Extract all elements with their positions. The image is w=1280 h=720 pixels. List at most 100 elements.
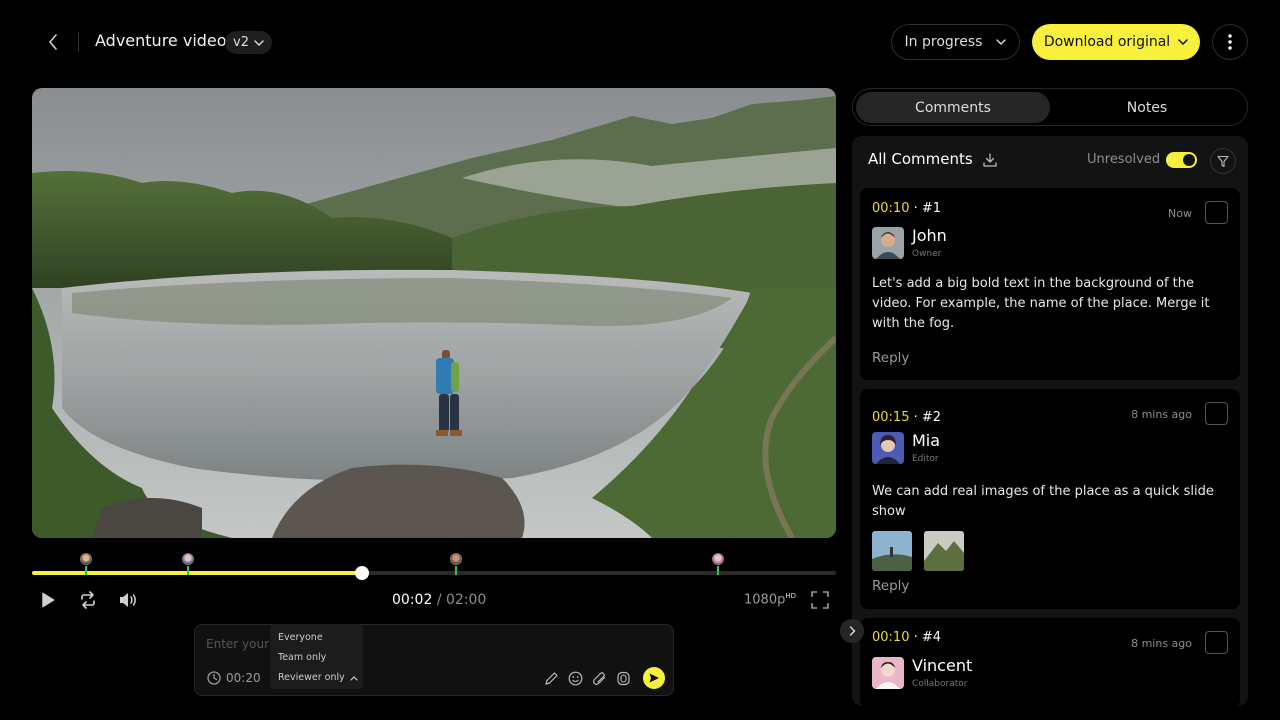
play-button[interactable] bbox=[36, 588, 60, 612]
landscape-video-image bbox=[32, 88, 836, 538]
header-divider bbox=[78, 32, 79, 52]
pen-icon bbox=[544, 671, 559, 686]
back-arrow-icon bbox=[47, 33, 59, 51]
avatar bbox=[450, 553, 462, 565]
chevron-up-icon bbox=[350, 675, 358, 681]
comment-posted: Now bbox=[1168, 207, 1192, 220]
send-button[interactable] bbox=[643, 667, 665, 689]
page-title: Adventure video bbox=[95, 31, 227, 50]
emoji-button[interactable] bbox=[567, 670, 583, 686]
audience-option-everyone[interactable]: Everyone bbox=[278, 628, 355, 648]
comment-author: Mia bbox=[912, 431, 941, 450]
version-label: v2 bbox=[233, 35, 249, 50]
attach-button[interactable] bbox=[591, 670, 607, 686]
comment-role: Collaborator bbox=[912, 679, 968, 689]
more-options-button[interactable] bbox=[1212, 24, 1248, 60]
comments-panel: All Comments Unresolved 00:10 · #1 Now J… bbox=[852, 136, 1248, 706]
comment-marker-john[interactable] bbox=[80, 553, 92, 575]
chevron-down-icon bbox=[254, 39, 264, 46]
draw-button[interactable] bbox=[543, 670, 559, 686]
marker-tick bbox=[187, 566, 189, 575]
marker-tick bbox=[85, 566, 87, 575]
emoji-icon bbox=[568, 671, 583, 686]
back-button[interactable] bbox=[40, 28, 66, 56]
marker-tick bbox=[455, 566, 457, 575]
comment-marker-vincent[interactable] bbox=[712, 553, 724, 575]
comment-text: We can add real images of the place as a… bbox=[872, 484, 1214, 519]
comment-composer: 00:20 bbox=[194, 624, 674, 696]
comment-number: #4 bbox=[921, 630, 942, 645]
comment-time[interactable]: 00:15 bbox=[872, 410, 909, 425]
volume-icon bbox=[118, 592, 138, 608]
timeline-scrubber[interactable] bbox=[355, 566, 369, 580]
comment-card: 00:15 · #2 8 mins ago Mia Editor We can … bbox=[860, 389, 1240, 609]
video-frame[interactable] bbox=[32, 88, 836, 538]
comment-meta: 00:15 · #2 bbox=[872, 410, 942, 425]
comment-timestamp[interactable]: 00:20 bbox=[207, 671, 261, 685]
total-time: 02:00 bbox=[445, 592, 487, 608]
collapse-panel-button[interactable] bbox=[840, 619, 864, 643]
download-icon bbox=[982, 152, 998, 168]
comment-time[interactable]: 00:10 bbox=[872, 201, 909, 216]
resolve-checkbox[interactable] bbox=[1205, 631, 1228, 654]
version-dropdown[interactable]: v2 bbox=[225, 31, 272, 54]
comment-card: 00:10 · #1 Now John Owner Let's add a bi… bbox=[860, 188, 1240, 380]
export-comments-button[interactable] bbox=[982, 152, 998, 168]
filter-button[interactable] bbox=[1210, 148, 1236, 174]
voice-icon bbox=[616, 671, 631, 686]
quality-badge: HD bbox=[785, 592, 796, 600]
voice-button[interactable] bbox=[615, 670, 631, 686]
status-dropdown[interactable]: In progress bbox=[891, 24, 1020, 60]
quality-selector[interactable]: 1080pHD bbox=[744, 592, 796, 607]
resolve-checkbox[interactable] bbox=[1205, 402, 1228, 425]
comments-title: All Comments bbox=[868, 150, 973, 168]
avatar bbox=[712, 553, 724, 565]
time-separator: / bbox=[436, 592, 442, 608]
comment-marker-3[interactable] bbox=[450, 553, 462, 575]
composer-toolbar bbox=[543, 667, 665, 689]
avatar bbox=[872, 227, 904, 259]
download-label: Download original bbox=[1043, 34, 1171, 50]
attachment-thumbnail[interactable] bbox=[872, 531, 912, 571]
loop-icon bbox=[79, 591, 97, 609]
avatar bbox=[872, 432, 904, 464]
status-label: In progress bbox=[904, 34, 983, 50]
audience-selected-label: Reviewer only bbox=[278, 672, 345, 683]
avatar bbox=[182, 553, 194, 565]
time-readout: 00:02 / 02:00 bbox=[392, 592, 486, 608]
marker-tick bbox=[717, 566, 719, 575]
audience-dropdown-menu: Everyone Team only Reviewer only bbox=[270, 624, 363, 689]
download-original-button[interactable]: Download original bbox=[1032, 24, 1200, 60]
audience-option-team[interactable]: Team only bbox=[278, 648, 355, 668]
resolve-checkbox[interactable] bbox=[1205, 201, 1228, 224]
play-icon bbox=[41, 592, 55, 608]
audience-selected[interactable]: Reviewer only bbox=[278, 668, 358, 688]
filter-icon bbox=[1217, 155, 1229, 168]
loop-button[interactable] bbox=[76, 588, 100, 612]
volume-button[interactable] bbox=[116, 588, 140, 612]
clock-icon bbox=[207, 671, 221, 685]
comment-time[interactable]: 00:10 bbox=[872, 630, 909, 645]
comment-marker-mia[interactable] bbox=[182, 553, 194, 575]
reply-button[interactable]: Reply bbox=[872, 578, 909, 594]
current-time: 00:02 bbox=[392, 592, 433, 608]
quality-label: 1080p bbox=[744, 592, 786, 608]
comment-posted: 8 mins ago bbox=[1131, 408, 1192, 421]
avatar bbox=[80, 553, 92, 565]
tab-notes[interactable]: Notes bbox=[1050, 92, 1244, 123]
reply-button[interactable]: Reply bbox=[872, 350, 909, 366]
comment-number: #1 bbox=[921, 201, 942, 216]
tab-comments[interactable]: Comments bbox=[856, 92, 1050, 123]
unresolved-label: Unresolved bbox=[1087, 152, 1161, 167]
comment-role: Owner bbox=[912, 249, 942, 259]
comment-posted: 8 mins ago bbox=[1131, 637, 1192, 650]
more-vertical-icon bbox=[1228, 34, 1232, 50]
unresolved-toggle[interactable] bbox=[1166, 152, 1197, 168]
comment-number: #2 bbox=[921, 410, 942, 425]
chevron-right-icon bbox=[849, 626, 856, 636]
comment-role: Editor bbox=[912, 454, 939, 464]
fullscreen-button[interactable] bbox=[808, 588, 832, 612]
fullscreen-icon bbox=[811, 591, 829, 609]
panel-tabs: Comments Notes bbox=[852, 88, 1248, 126]
attachment-thumbnail[interactable] bbox=[924, 531, 964, 571]
